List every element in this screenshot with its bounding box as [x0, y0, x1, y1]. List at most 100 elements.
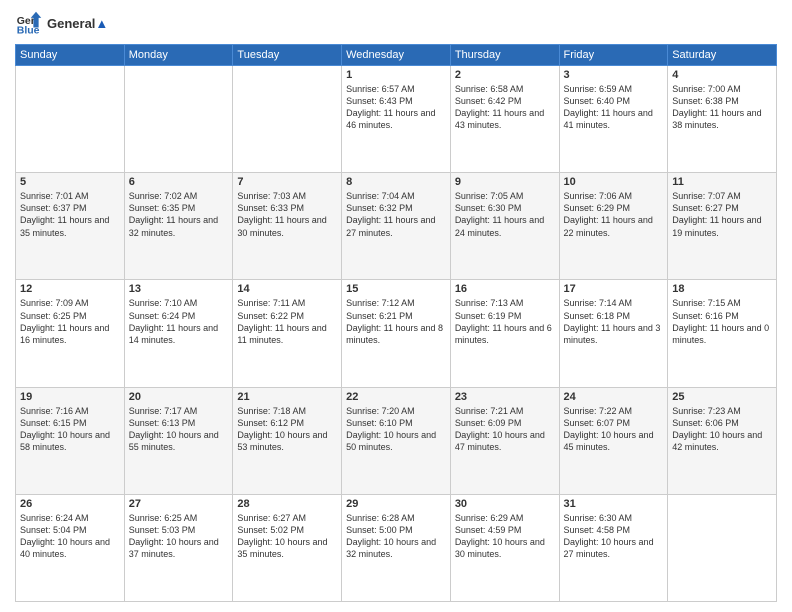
- calendar-cell: 4Sunrise: 7:00 AM Sunset: 6:38 PM Daylig…: [668, 66, 777, 173]
- calendar-cell: 8 Sunrise: 7:04 AM Sunset: 6:32 PM Daylig…: [342, 173, 451, 280]
- calendar-cell: 11 Sunrise: 7:07 AM Sunset: 6:27 PM Dayli…: [668, 173, 777, 280]
- day-content: Sunrise: 7:12 AM Sunset: 6:21 PM Dayligh…: [346, 297, 446, 346]
- day-content: Sunrise: 6:28 AM Sunset: 5:00 PM Dayligh…: [346, 512, 446, 561]
- day-content: Sunrise: 7:06 AM Sunset: 6:29 PM Dayligh…: [564, 190, 664, 239]
- day-header-sunday: Sunday: [16, 45, 125, 66]
- week-row-1: 1Sunrise: 6:57 AM Sunset: 6:43 PM Daylig…: [16, 66, 777, 173]
- day-number: 31: [564, 498, 664, 510]
- day-number: 29: [346, 498, 446, 510]
- day-number: 22: [346, 391, 446, 403]
- day-content: Sunrise: 6:58 AM Sunset: 6:42 PM Dayligh…: [455, 83, 555, 132]
- calendar-cell: 15Sunrise: 7:12 AM Sunset: 6:21 PM Dayli…: [342, 280, 451, 387]
- calendar-cell: 23 Sunrise: 7:21 AM Sunset: 6:09 PM Dayli…: [450, 387, 559, 494]
- calendar-cell: 7 Sunrise: 7:03 AM Sunset: 6:33 PM Daylig…: [233, 173, 342, 280]
- logo-line1: General▲: [47, 16, 108, 32]
- calendar-cell: 26 Sunrise: 6:24 AM Sunset: 5:04 PM Dayli…: [16, 494, 125, 601]
- day-content: Sunrise: 7:00 AM Sunset: 6:38 PM Dayligh…: [672, 83, 772, 132]
- day-header-friday: Friday: [559, 45, 668, 66]
- day-content: Sunrise: 7:21 AM Sunset: 6:09 PM Dayligh…: [455, 405, 555, 454]
- day-content: Sunrise: 7:23 AM Sunset: 6:06 PM Dayligh…: [672, 405, 772, 454]
- week-row-2: 5 Sunrise: 7:01 AM Sunset: 6:37 PM Daylig…: [16, 173, 777, 280]
- day-content: Sunrise: 6:59 AM Sunset: 6:40 PM Dayligh…: [564, 83, 664, 132]
- day-content: Sunrise: 7:09 AM Sunset: 6:25 PM Dayligh…: [20, 297, 120, 346]
- calendar-cell: [668, 494, 777, 601]
- day-number: 7: [237, 176, 337, 188]
- calendar-cell: 13 Sunrise: 7:10 AM Sunset: 6:24 PM Dayli…: [124, 280, 233, 387]
- calendar-cell: 29 Sunrise: 6:28 AM Sunset: 5:00 PM Dayli…: [342, 494, 451, 601]
- calendar-cell: [124, 66, 233, 173]
- day-number: 12: [20, 283, 120, 295]
- day-number: 14: [237, 283, 337, 295]
- day-number: 24: [564, 391, 664, 403]
- calendar-cell: 25 Sunrise: 7:23 AM Sunset: 6:06 PM Dayli…: [668, 387, 777, 494]
- day-number: 25: [672, 391, 772, 403]
- day-content: Sunrise: 7:17 AM Sunset: 6:13 PM Dayligh…: [129, 405, 229, 454]
- day-number: 10: [564, 176, 664, 188]
- day-content: Sunrise: 7:07 AM Sunset: 6:27 PM Dayligh…: [672, 190, 772, 239]
- day-number: 8: [346, 176, 446, 188]
- day-number: 11: [672, 176, 772, 188]
- calendar-cell: 16Sunrise: 7:13 AM Sunset: 6:19 PM Dayli…: [450, 280, 559, 387]
- day-number: 23: [455, 391, 555, 403]
- calendar-cell: 3 Sunrise: 6:59 AM Sunset: 6:40 PM Daylig…: [559, 66, 668, 173]
- logo-text: General▲: [47, 16, 108, 32]
- header: Gen Blue General▲: [15, 10, 777, 38]
- day-content: Sunrise: 6:30 AM Sunset: 4:58 PM Dayligh…: [564, 512, 664, 561]
- calendar-cell: 14 Sunrise: 7:11 AM Sunset: 6:22 PM Dayli…: [233, 280, 342, 387]
- day-number: 9: [455, 176, 555, 188]
- day-content: Sunrise: 6:27 AM Sunset: 5:02 PM Dayligh…: [237, 512, 337, 561]
- calendar-cell: 24 Sunrise: 7:22 AM Sunset: 6:07 PM Dayli…: [559, 387, 668, 494]
- day-content: Sunrise: 7:18 AM Sunset: 6:12 PM Dayligh…: [237, 405, 337, 454]
- logo-blue: ▲: [95, 16, 108, 31]
- day-content: Sunrise: 7:04 AM Sunset: 6:32 PM Dayligh…: [346, 190, 446, 239]
- calendar-cell: [233, 66, 342, 173]
- logo: Gen Blue General▲: [15, 10, 108, 38]
- day-header-tuesday: Tuesday: [233, 45, 342, 66]
- day-number: 6: [129, 176, 229, 188]
- calendar-cell: 9Sunrise: 7:05 AM Sunset: 6:30 PM Daylig…: [450, 173, 559, 280]
- day-content: Sunrise: 6:57 AM Sunset: 6:43 PM Dayligh…: [346, 83, 446, 132]
- day-header-thursday: Thursday: [450, 45, 559, 66]
- calendar-cell: 2Sunrise: 6:58 AM Sunset: 6:42 PM Daylig…: [450, 66, 559, 173]
- calendar-table: SundayMondayTuesdayWednesdayThursdayFrid…: [15, 44, 777, 602]
- day-content: Sunrise: 7:14 AM Sunset: 6:18 PM Dayligh…: [564, 297, 664, 346]
- day-content: Sunrise: 7:11 AM Sunset: 6:22 PM Dayligh…: [237, 297, 337, 346]
- day-number: 13: [129, 283, 229, 295]
- day-number: 5: [20, 176, 120, 188]
- calendar-cell: 6 Sunrise: 7:02 AM Sunset: 6:35 PM Daylig…: [124, 173, 233, 280]
- calendar-cell: 27Sunrise: 6:25 AM Sunset: 5:03 PM Dayli…: [124, 494, 233, 601]
- week-row-4: 19Sunrise: 7:16 AM Sunset: 6:15 PM Dayli…: [16, 387, 777, 494]
- calendar-cell: 17Sunrise: 7:14 AM Sunset: 6:18 PM Dayli…: [559, 280, 668, 387]
- day-header-saturday: Saturday: [668, 45, 777, 66]
- week-row-3: 12 Sunrise: 7:09 AM Sunset: 6:25 PM Dayli…: [16, 280, 777, 387]
- day-content: Sunrise: 7:03 AM Sunset: 6:33 PM Dayligh…: [237, 190, 337, 239]
- day-content: Sunrise: 7:02 AM Sunset: 6:35 PM Dayligh…: [129, 190, 229, 239]
- calendar-cell: 5 Sunrise: 7:01 AM Sunset: 6:37 PM Daylig…: [16, 173, 125, 280]
- calendar-cell: [16, 66, 125, 173]
- day-number: 18: [672, 283, 772, 295]
- calendar-cell: 22 Sunrise: 7:20 AM Sunset: 6:10 PM Dayli…: [342, 387, 451, 494]
- day-header-wednesday: Wednesday: [342, 45, 451, 66]
- day-number: 28: [237, 498, 337, 510]
- logo-icon: Gen Blue: [15, 10, 43, 38]
- calendar-cell: 1Sunrise: 6:57 AM Sunset: 6:43 PM Daylig…: [342, 66, 451, 173]
- day-content: Sunrise: 6:29 AM Sunset: 4:59 PM Dayligh…: [455, 512, 555, 561]
- calendar-cell: 21Sunrise: 7:18 AM Sunset: 6:12 PM Dayli…: [233, 387, 342, 494]
- day-content: Sunrise: 7:13 AM Sunset: 6:19 PM Dayligh…: [455, 297, 555, 346]
- day-number: 19: [20, 391, 120, 403]
- day-content: Sunrise: 7:01 AM Sunset: 6:37 PM Dayligh…: [20, 190, 120, 239]
- calendar-cell: 10 Sunrise: 7:06 AM Sunset: 6:29 PM Dayli…: [559, 173, 668, 280]
- calendar-cell: 19Sunrise: 7:16 AM Sunset: 6:15 PM Dayli…: [16, 387, 125, 494]
- day-number: 26: [20, 498, 120, 510]
- day-number: 3: [564, 69, 664, 81]
- day-header-monday: Monday: [124, 45, 233, 66]
- day-content: Sunrise: 7:20 AM Sunset: 6:10 PM Dayligh…: [346, 405, 446, 454]
- day-number: 30: [455, 498, 555, 510]
- calendar-header-row: SundayMondayTuesdayWednesdayThursdayFrid…: [16, 45, 777, 66]
- day-content: Sunrise: 7:10 AM Sunset: 6:24 PM Dayligh…: [129, 297, 229, 346]
- day-content: Sunrise: 7:22 AM Sunset: 6:07 PM Dayligh…: [564, 405, 664, 454]
- day-number: 20: [129, 391, 229, 403]
- calendar-cell: 28 Sunrise: 6:27 AM Sunset: 5:02 PM Dayli…: [233, 494, 342, 601]
- day-content: Sunrise: 6:25 AM Sunset: 5:03 PM Dayligh…: [129, 512, 229, 561]
- day-content: Sunrise: 6:24 AM Sunset: 5:04 PM Dayligh…: [20, 512, 120, 561]
